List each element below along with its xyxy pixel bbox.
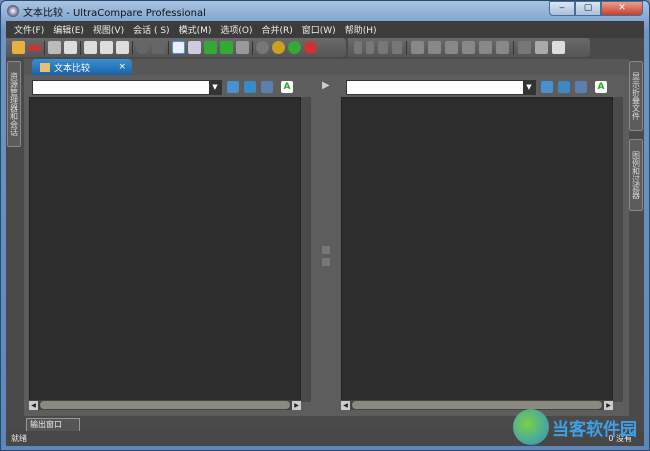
merge-right-icon[interactable]	[392, 41, 402, 54]
title-bar: 文本比较 - UltraCompare Professional ‒ ▢ ✕	[1, 1, 649, 21]
gutter-down-button[interactable]	[322, 258, 330, 266]
left-text-view[interactable]	[29, 97, 301, 402]
left-dropdown-button[interactable]: ▼	[209, 81, 221, 94]
right-text-view[interactable]	[341, 97, 613, 402]
text-font-icon[interactable]: A	[595, 81, 607, 93]
separator	[252, 40, 253, 55]
separator	[168, 40, 169, 55]
new-file-icon[interactable]	[12, 41, 25, 54]
tab-label: 文本比较	[54, 63, 91, 74]
open-folder-icon[interactable]	[541, 81, 553, 93]
rows-icon[interactable]	[116, 41, 129, 54]
document-icon	[40, 62, 50, 72]
copy-left-icon[interactable]	[428, 41, 441, 54]
menu-edit[interactable]: 编辑(E)	[53, 23, 84, 36]
watermark-text: 当客软件园	[552, 419, 637, 440]
menu-file[interactable]: 文件(F)	[14, 23, 44, 36]
ftp-icon[interactable]	[272, 41, 285, 54]
tab-close-button[interactable]: ×	[118, 62, 126, 72]
explorer-sessions-tab[interactable]: 资源管理器和会话	[7, 61, 21, 147]
menu-merge[interactable]: 合并(R)	[261, 23, 292, 36]
separator	[44, 40, 45, 55]
find-icon[interactable]	[48, 41, 61, 54]
open-folder-icon[interactable]	[227, 81, 239, 93]
separator	[132, 40, 133, 55]
compare-icon[interactable]	[28, 44, 41, 51]
scroll-left-icon[interactable]: ◀	[341, 400, 350, 410]
copy-block-icon[interactable]	[411, 41, 424, 54]
stop-icon[interactable]	[152, 41, 165, 54]
print-icon[interactable]	[64, 41, 77, 54]
separator	[513, 40, 514, 55]
gutter-up-button[interactable]	[322, 246, 330, 254]
split-icon[interactable]	[100, 41, 113, 54]
document-area: 文本比较 × ▼ A ◀ ▶ ▶ ▼ A ◀ ▶	[24, 59, 629, 416]
separator	[80, 40, 81, 55]
main-toolbar	[6, 38, 346, 57]
separator	[406, 40, 407, 55]
three-way-icon[interactable]	[220, 41, 233, 54]
refresh-icon[interactable]	[136, 41, 149, 54]
menu-options[interactable]: 选项(O)	[220, 23, 252, 36]
copy-right-icon[interactable]	[445, 41, 458, 54]
side-by-side-icon[interactable]	[172, 41, 185, 54]
menu-window[interactable]: 窗口(W)	[302, 23, 336, 36]
navigation-toolbar	[348, 38, 590, 57]
copy-all-left-icon[interactable]	[479, 41, 492, 54]
right-path-input[interactable]: ▼	[346, 80, 536, 95]
window-title: 文本比较 - UltraCompare Professional	[23, 7, 206, 19]
menu-mode[interactable]: 模式(M)	[179, 23, 212, 36]
copy-line-icon[interactable]	[462, 41, 475, 54]
right-dropdown-button[interactable]: ▼	[523, 81, 535, 94]
save-right-icon[interactable]	[552, 41, 565, 54]
undo-icon[interactable]	[518, 41, 531, 54]
menu-bar: 文件(F) 编辑(E) 视图(V) 会话 ( S) 模式(M) 选项(O) 合并…	[6, 21, 644, 38]
minimize-button[interactable]: ‒	[549, 1, 575, 16]
tab-text-compare[interactable]: 文本比较 ×	[32, 59, 132, 75]
gutter-arrow-icon[interactable]: ▶	[322, 80, 330, 91]
scroll-thumb[interactable]	[352, 401, 602, 409]
left-horizontal-scrollbar[interactable]: ◀ ▶	[29, 400, 301, 410]
remove-icon[interactable]	[304, 41, 317, 54]
two-way-icon[interactable]	[204, 41, 217, 54]
copy-all-right-icon[interactable]	[496, 41, 509, 54]
left-vertical-scrollbar[interactable]	[301, 97, 311, 402]
compare-panel: ▼ A ◀ ▶ ▶ ▼ A ◀ ▶	[24, 75, 629, 416]
legend-filter-tab[interactable]: 图例和过滤器	[629, 139, 643, 211]
merge-left-icon[interactable]	[378, 41, 388, 54]
close-button[interactable]: ✕	[601, 1, 643, 16]
over-under-icon[interactable]	[188, 41, 201, 54]
network-icon[interactable]	[261, 81, 273, 93]
scroll-thumb[interactable]	[40, 401, 290, 409]
maximize-button[interactable]: ▢	[575, 1, 601, 16]
right-vertical-scrollbar[interactable]	[613, 97, 623, 402]
output-window-tab[interactable]: 输出窗口	[26, 418, 80, 432]
binary-icon[interactable]	[236, 41, 249, 54]
right-pane: ▼ A ◀ ▶	[338, 75, 629, 416]
browse-icon[interactable]	[558, 81, 570, 93]
client-area: 文件(F) 编辑(E) 视图(V) 会话 ( S) 模式(M) 选项(O) 合并…	[6, 21, 644, 446]
web-icon[interactable]	[256, 41, 269, 54]
app-window: 文本比较 - UltraCompare Professional ‒ ▢ ✕ 文…	[0, 0, 650, 451]
watermark: 当客软件园	[513, 409, 637, 445]
add-icon[interactable]	[288, 41, 301, 54]
menu-view[interactable]: 视图(V)	[93, 23, 124, 36]
left-path-input[interactable]: ▼	[32, 80, 222, 95]
status-text: 就绪	[11, 434, 27, 443]
scroll-right-icon[interactable]: ▶	[292, 400, 301, 410]
app-icon	[7, 5, 19, 17]
show-folded-files-tab[interactable]: 显示折叠文件	[629, 61, 643, 131]
text-font-icon[interactable]: A	[281, 81, 293, 93]
prev-diff-icon[interactable]	[366, 41, 374, 54]
left-pane: ▼ A ◀ ▶	[24, 75, 316, 416]
browse-icon[interactable]	[244, 81, 256, 93]
network-icon[interactable]	[575, 81, 587, 93]
save-left-icon[interactable]	[535, 41, 548, 54]
watermark-logo	[513, 409, 549, 445]
menu-help[interactable]: 帮助(H)	[345, 23, 377, 36]
menu-session[interactable]: 会话 ( S)	[133, 23, 169, 36]
next-diff-icon[interactable]	[354, 41, 362, 54]
bookmark-icon[interactable]	[84, 41, 97, 54]
scroll-left-icon[interactable]: ◀	[29, 400, 38, 410]
